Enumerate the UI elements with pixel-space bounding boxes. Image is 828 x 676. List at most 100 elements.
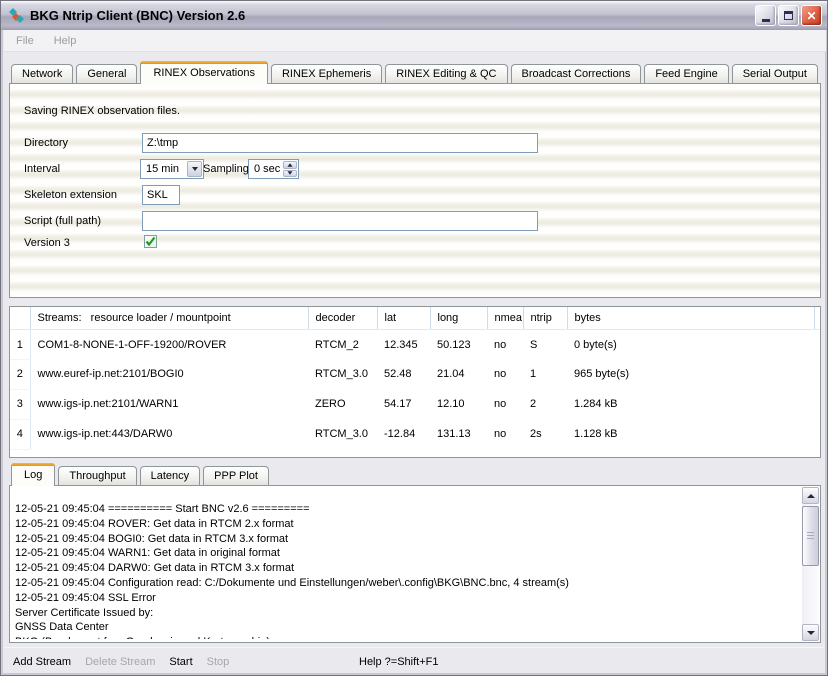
- col-header-long: long: [430, 307, 487, 329]
- title-bar[interactable]: BKG Ntrip Client (BNC) Version 2.6 ✕: [1, 1, 827, 30]
- cell-filler: [814, 329, 820, 359]
- arrow-up-icon: [287, 163, 292, 166]
- cell-nmea: no: [487, 329, 523, 359]
- interval-combobox[interactable]: 15 min: [140, 159, 204, 179]
- streams-table: Streams: resource loader / mountpointdec…: [10, 307, 820, 450]
- version3-checkbox[interactable]: [144, 235, 157, 248]
- cell-decoder: RTCM_3.0: [308, 359, 377, 389]
- cell-lat: 52.48: [377, 359, 430, 389]
- tab-rinex-editing-qc[interactable]: RINEX Editing & QC: [385, 64, 507, 83]
- sampling-value: 0 sec: [254, 163, 280, 175]
- stream-row-2[interactable]: 2www.euref-ip.net:2101/BOGI0RTCM_3.052.4…: [10, 359, 820, 389]
- tab-network[interactable]: Network: [11, 64, 73, 83]
- tab-log[interactable]: Log: [11, 463, 55, 486]
- window-title: BKG Ntrip Client (BNC) Version 2.6: [30, 8, 755, 23]
- rinex-observations-panel: Saving RINEX observation files. Director…: [9, 83, 821, 298]
- cell-decoder: RTCM_3.0: [308, 419, 377, 449]
- script-path-label: Script (full path): [24, 215, 101, 227]
- cell-row-number: 4: [10, 419, 30, 449]
- cell-row-number: 3: [10, 389, 30, 419]
- chevron-down-icon: [192, 167, 198, 171]
- interval-value: 15 min: [146, 163, 179, 175]
- scroll-down-button[interactable]: [802, 624, 819, 641]
- cell-bytes: 1.128 kB: [567, 419, 814, 449]
- col-header-ntrip: ntrip: [523, 307, 567, 329]
- add-stream-button[interactable]: Add Stream: [13, 656, 71, 668]
- app-icon: [8, 7, 25, 24]
- col-header-lat: lat: [377, 307, 430, 329]
- panel-description: Saving RINEX observation files.: [24, 105, 180, 117]
- directory-label: Directory: [24, 137, 68, 149]
- col-header-bytes: bytes: [567, 307, 814, 329]
- cell-ntrip: 2s: [523, 419, 567, 449]
- cell-bytes: 1.284 kB: [567, 389, 814, 419]
- tab-rinex-observations[interactable]: RINEX Observations: [140, 61, 267, 84]
- close-icon: ✕: [806, 10, 816, 22]
- cell-lat: 12.345: [377, 329, 430, 359]
- menu-help[interactable]: Help: [44, 35, 87, 47]
- tab-broadcast-corrections[interactable]: Broadcast Corrections: [511, 64, 642, 83]
- cell-nmea: no: [487, 389, 523, 419]
- sampling-spin-down-button[interactable]: [283, 170, 297, 178]
- script-path-input[interactable]: [142, 211, 538, 231]
- cell-nmea: no: [487, 419, 523, 449]
- main-tab-bar: NetworkGeneralRINEX ObservationsRINEX Ep…: [11, 61, 821, 84]
- tab-rinex-ephemeris[interactable]: RINEX Ephemeris: [271, 64, 382, 83]
- bottom-tab-bar: LogThroughputLatencyPPP Plot: [11, 463, 272, 486]
- interval-label: Interval: [24, 163, 60, 175]
- cell-row-number: 2: [10, 359, 30, 389]
- maximize-button[interactable]: [778, 5, 799, 26]
- tab-feed-engine[interactable]: Feed Engine: [644, 64, 728, 83]
- bottom-tab-row: LogThroughputLatencyPPP Plot: [11, 463, 272, 486]
- col-header-filler: [814, 307, 820, 329]
- stream-row-1[interactable]: 1COM1-8-NONE-1-OFF-19200/ROVERRTCM_212.3…: [10, 329, 820, 359]
- delete-stream-button[interactable]: Delete Stream: [85, 656, 155, 668]
- arrow-up-icon: [807, 494, 815, 498]
- scrollbar-thumb[interactable]: [802, 506, 819, 566]
- interval-dropdown-button[interactable]: [187, 161, 202, 177]
- cell-bytes: 0 byte(s): [567, 329, 814, 359]
- cell-ntrip: S: [523, 329, 567, 359]
- stream-row-3[interactable]: 3www.igs-ip.net:2101/WARN1ZERO54.1712.10…: [10, 389, 820, 419]
- thumb-grip-icon: [807, 532, 814, 540]
- log-text[interactable]: 12-05-21 09:45:04 ========== Start BNC v…: [15, 489, 798, 639]
- log-scrollbar[interactable]: [802, 487, 819, 641]
- scroll-up-button[interactable]: [802, 487, 819, 504]
- tab-general[interactable]: General: [76, 64, 137, 83]
- tab-latency[interactable]: Latency: [140, 466, 201, 485]
- arrow-down-icon: [807, 631, 815, 635]
- start-button[interactable]: Start: [169, 656, 192, 668]
- col-header-row-number: [10, 307, 30, 329]
- cell-lat: 54.17: [377, 389, 430, 419]
- menu-bar: File Help: [4, 30, 826, 52]
- directory-input[interactable]: [142, 133, 538, 153]
- cell-mountpoint: www.igs-ip.net:443/DARW0: [30, 419, 308, 449]
- sampling-spinbox[interactable]: 0 sec: [248, 159, 299, 179]
- help-shortcut-label: Help ?=Shift+F1: [359, 656, 439, 668]
- cell-filler: [814, 359, 820, 389]
- cell-nmea: no: [487, 359, 523, 389]
- sampling-spin-up-button[interactable]: [283, 161, 297, 169]
- cell-mountpoint: COM1-8-NONE-1-OFF-19200/ROVER: [30, 329, 308, 359]
- cell-long: 50.123: [430, 329, 487, 359]
- minimize-button[interactable]: [755, 5, 776, 26]
- skeleton-extension-input[interactable]: [142, 185, 180, 205]
- main-tab-row: NetworkGeneralRINEX ObservationsRINEX Ep…: [11, 61, 828, 84]
- close-button[interactable]: ✕: [801, 5, 822, 26]
- cell-long: 12.10: [430, 389, 487, 419]
- tab-throughput[interactable]: Throughput: [58, 466, 136, 485]
- cell-filler: [814, 389, 820, 419]
- tab-serial-output[interactable]: Serial Output: [732, 64, 818, 83]
- stop-button[interactable]: Stop: [207, 656, 230, 668]
- cell-row-number: 1: [10, 329, 30, 359]
- tab-ppp-plot[interactable]: PPP Plot: [203, 466, 269, 485]
- col-header-nmea: nmea: [487, 307, 523, 329]
- streams-table-container: Streams: resource loader / mountpointdec…: [9, 306, 821, 458]
- menu-file[interactable]: File: [4, 35, 44, 47]
- cell-lat: -12.84: [377, 419, 430, 449]
- minimize-icon: [762, 19, 770, 22]
- version3-label: Version 3: [24, 237, 70, 249]
- stream-row-4[interactable]: 4www.igs-ip.net:443/DARW0RTCM_3.0-12.84 1…: [10, 419, 820, 449]
- cell-mountpoint: www.igs-ip.net:2101/WARN1: [30, 389, 308, 419]
- cell-decoder: ZERO: [308, 389, 377, 419]
